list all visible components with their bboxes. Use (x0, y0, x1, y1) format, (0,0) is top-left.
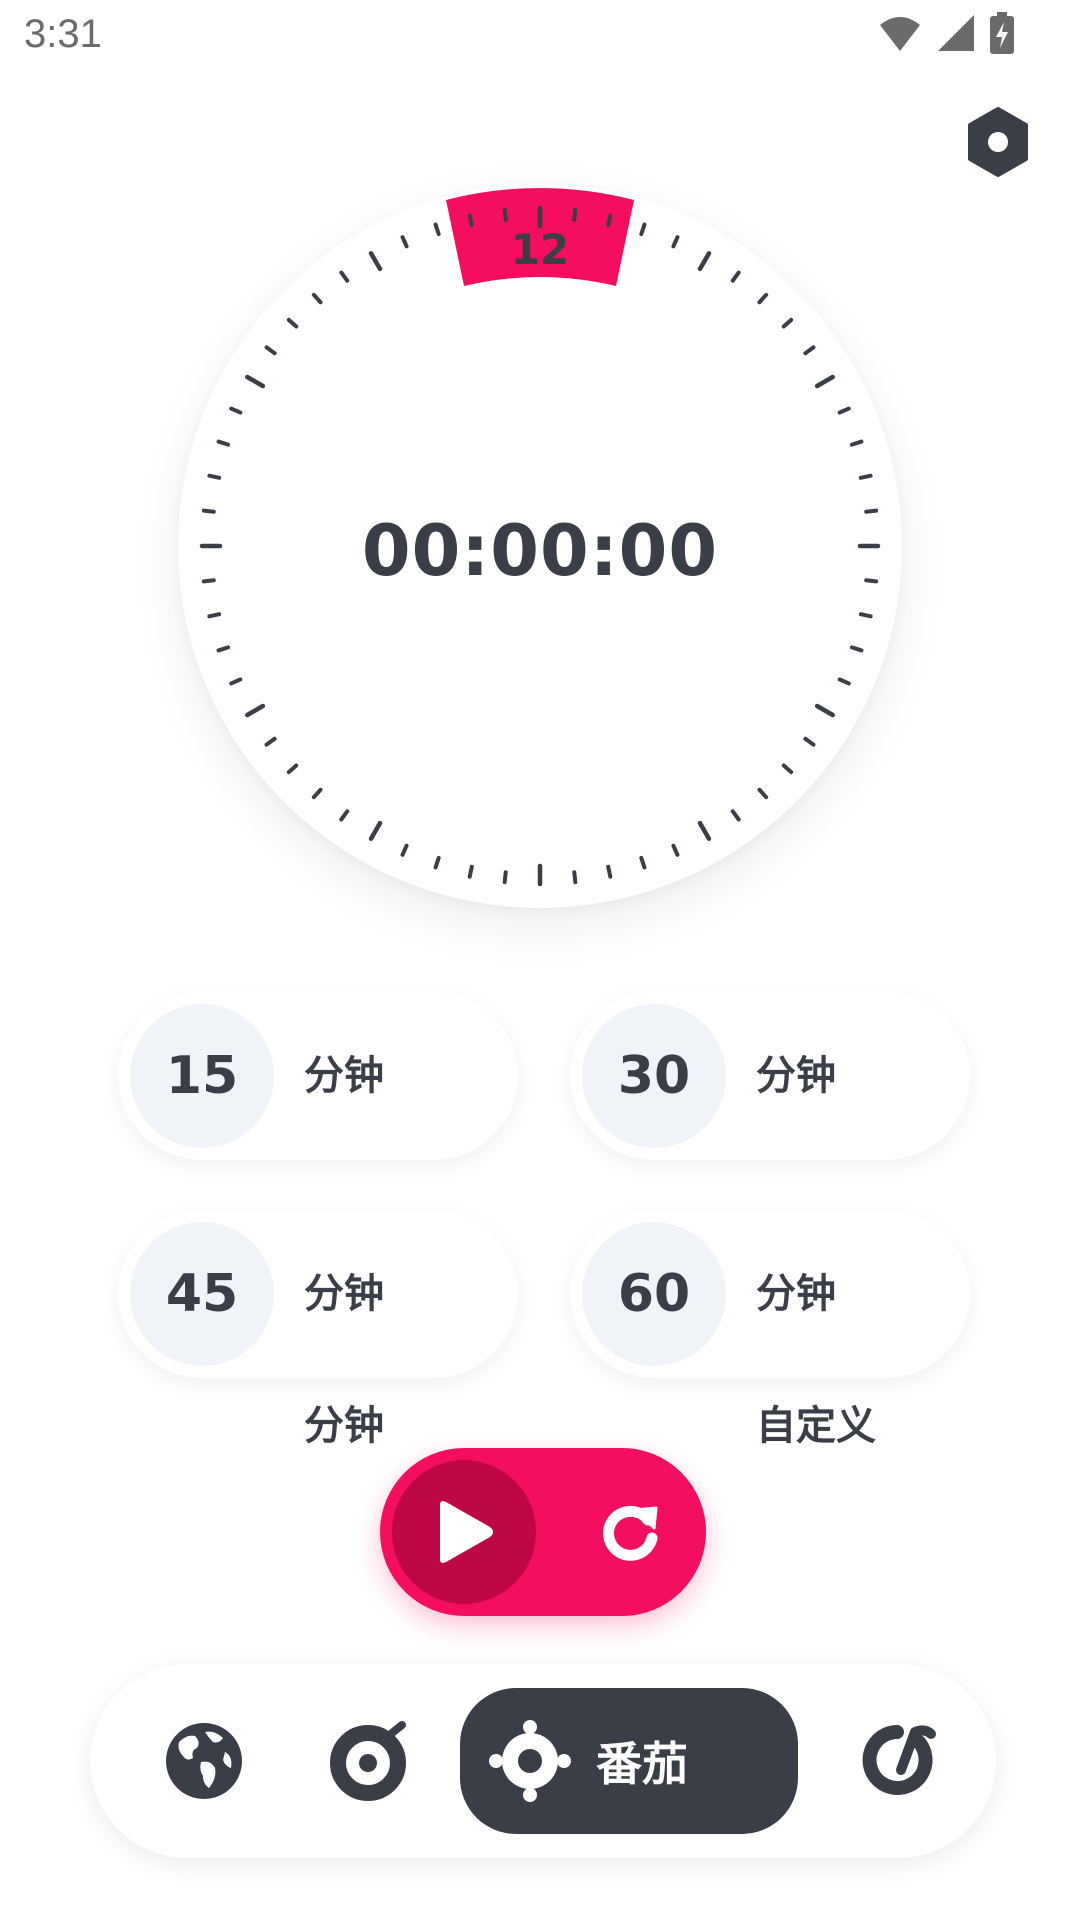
dial-tick (697, 820, 712, 841)
wifi-icon (880, 17, 920, 51)
nav-world-clock[interactable] (146, 1664, 262, 1858)
dial-tick (311, 292, 323, 305)
dial-tick (606, 864, 613, 879)
dial-tick (837, 677, 851, 686)
play-button[interactable] (392, 1460, 536, 1604)
dial-tick (814, 703, 835, 718)
dial-tick (264, 736, 277, 747)
preset-custom-label[interactable]: 自定义 (756, 1396, 876, 1448)
dial-tick (229, 406, 243, 415)
dial-tick (286, 763, 299, 775)
dial-tick (757, 787, 769, 800)
preset-45-minutes[interactable]: 45 分钟 (118, 1210, 518, 1378)
status-icons (878, 12, 1014, 54)
dial-tick (286, 317, 299, 329)
dial-tick (858, 473, 873, 480)
dial-tick (757, 292, 769, 305)
dial-tick (433, 222, 441, 237)
dial-tick (606, 213, 613, 228)
dial-tick (216, 439, 231, 447)
dial-tick (671, 843, 680, 857)
dial-tick (697, 251, 712, 272)
timer-icon (862, 1725, 936, 1795)
reset-button[interactable] (580, 1482, 680, 1582)
dial-tick (803, 345, 816, 356)
dial-tick (671, 235, 680, 249)
dial-tick (502, 207, 508, 222)
dial-tick (849, 439, 864, 447)
nav-pomodoro[interactable]: 番茄 (460, 1688, 798, 1834)
dial-tick (467, 213, 474, 228)
dial-tick (368, 820, 383, 841)
preset-row-partial: 分钟 自定义 (100, 1396, 1000, 1448)
tomato-icon (489, 1720, 571, 1802)
preset-unit: 分钟 (304, 1053, 384, 1099)
dial-tick (339, 270, 350, 283)
dial-tick (368, 251, 383, 272)
nav-stopwatch[interactable] (312, 1664, 428, 1858)
dial-tick (781, 317, 794, 329)
play-icon (440, 1501, 493, 1563)
refresh-icon (603, 1505, 658, 1561)
nav-timer[interactable] (840, 1664, 956, 1858)
dial-tick (400, 843, 409, 857)
preset-value: 15 (130, 1004, 274, 1148)
dial-tick (837, 406, 851, 415)
dial-tick (245, 374, 266, 389)
dial-tick (858, 612, 873, 619)
preset-unit: 分钟 (304, 1271, 384, 1317)
dial-tick (400, 235, 409, 249)
dial-tick (433, 855, 441, 870)
signal-icon (938, 15, 974, 51)
preset-unit: 分钟 (756, 1271, 836, 1317)
dial-tick (730, 270, 741, 283)
preset-value: 30 (582, 1004, 726, 1148)
status-time: 3:31 (24, 12, 102, 56)
preset-partial-unit[interactable]: 分钟 (304, 1396, 384, 1448)
dial-tick (339, 809, 350, 822)
dial-tick (814, 374, 835, 389)
nav-active-label: 番茄 (596, 1737, 688, 1791)
dial-tick (639, 222, 647, 237)
bottom-navigation: 番茄 (90, 1664, 996, 1858)
preset-30-minutes[interactable]: 30 分钟 (570, 992, 970, 1160)
battery-charging-icon (990, 12, 1014, 54)
preset-value: 45 (130, 1222, 274, 1366)
dial-tick (572, 870, 578, 885)
dial-tick (311, 787, 323, 800)
timer-dial[interactable]: 12 00:00:00 (178, 184, 902, 908)
dial-marker-label: 12 (511, 225, 569, 274)
timer-controls (380, 1448, 706, 1616)
settings-button[interactable] (960, 104, 1036, 180)
preset-60-minutes[interactable]: 60 分钟 (570, 1210, 970, 1378)
settings-hexagon-icon (968, 107, 1028, 177)
status-bar: 3:31 (0, 0, 1080, 80)
dial-tick (502, 870, 508, 885)
dial-tick (207, 473, 222, 480)
stopwatch-icon (330, 1721, 406, 1801)
dial-tick (264, 345, 277, 356)
timer-display: 00:00:00 (361, 510, 719, 592)
dial-tick (229, 677, 243, 686)
dial-tick (849, 645, 864, 653)
dial-tick (639, 855, 647, 870)
preset-value: 60 (582, 1222, 726, 1366)
preset-unit: 分钟 (756, 1053, 836, 1099)
dial-tick (216, 645, 231, 653)
globe-icon (166, 1723, 242, 1799)
dial-tick (730, 809, 741, 822)
preset-15-minutes[interactable]: 15 分钟 (118, 992, 518, 1160)
dial-tick (572, 207, 578, 222)
dial-tick (207, 612, 222, 619)
dial-tick (803, 736, 816, 747)
dial-tick (245, 703, 266, 718)
dial-tick (467, 864, 474, 879)
dial-tick (781, 763, 794, 775)
